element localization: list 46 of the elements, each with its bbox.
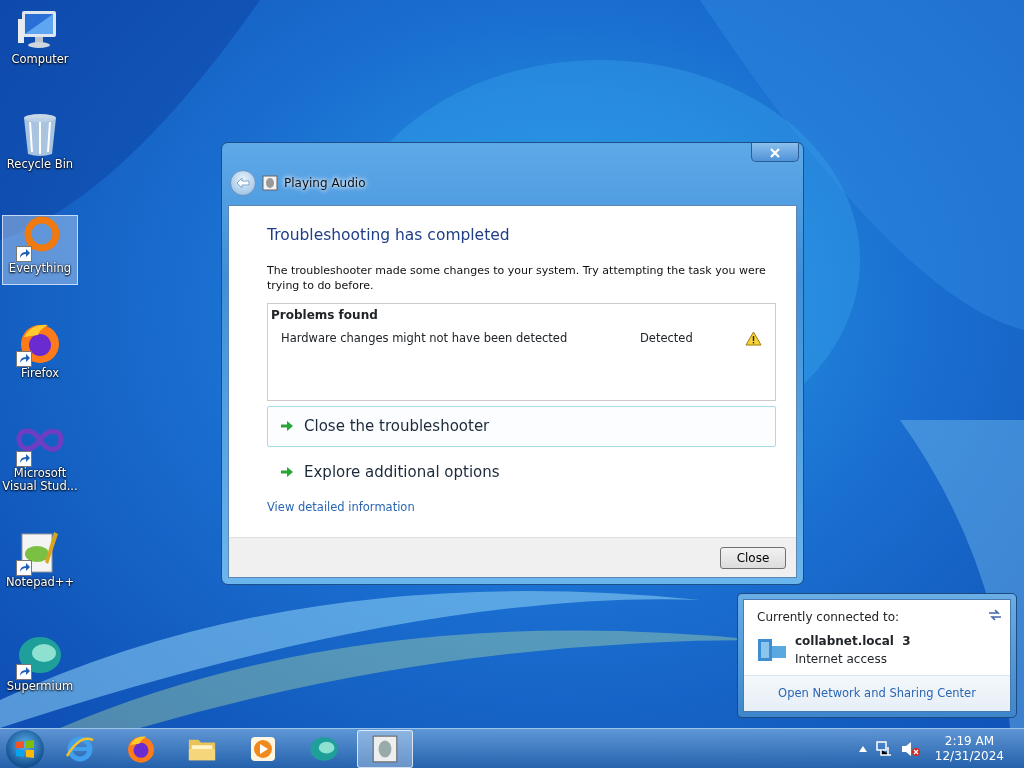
desktop-icon[interactable]: Computer — [2, 6, 78, 76]
icon-label: Firefox — [20, 366, 60, 380]
status-text: Detected — [640, 329, 694, 347]
troubleshooter-icon — [370, 733, 400, 764]
close-button[interactable]: Close — [720, 546, 786, 569]
window-title: Playing Audio — [284, 175, 366, 192]
arrow-icon — [280, 466, 294, 479]
desktop-icon[interactable]: Firefox — [2, 319, 78, 390]
icon-label: Notepad++ — [5, 575, 75, 589]
windows-logo — [15, 738, 35, 759]
desktop-icon[interactable]: Microsoft Visual Stud... — [2, 424, 78, 494]
icon-label: Supermium — [6, 680, 74, 693]
desktop-icon[interactable]: Notepad++ — [2, 528, 78, 599]
arrow-icon — [280, 420, 294, 433]
refresh-icon[interactable] — [988, 608, 1002, 622]
back-button[interactable] — [230, 170, 256, 196]
desktop-icon[interactable]: Recycle Bin — [2, 110, 78, 181]
details-link[interactable]: View detailed information — [267, 498, 415, 516]
network-name: collabnet.local 3 — [795, 633, 911, 650]
troubleshooter-icon — [262, 175, 278, 191]
option-link[interactable]: Close the troubleshooter — [267, 405, 776, 447]
taskbar-button[interactable] — [357, 729, 413, 768]
panel-heading: Problems found — [271, 306, 379, 324]
warning-icon — [745, 330, 762, 346]
description-text: The troubleshooter made some changes to your system. Try attempting the task you were trying to do before. — [267, 262, 767, 293]
close-icon — [770, 148, 780, 158]
network-icon — [757, 637, 789, 663]
show-hidden-icons-icon[interactable] — [858, 745, 867, 752]
close-button[interactable] — [751, 143, 799, 162]
sphere-icon — [17, 634, 63, 676]
clock-time: 2:19 AM — [943, 733, 996, 749]
clock-date: 12/31/2024 — [934, 748, 1004, 764]
icon-label: Computer — [11, 53, 69, 66]
dialog-heading: Troubleshooting has completed — [267, 226, 511, 245]
start-button[interactable] — [6, 729, 44, 768]
popup-heading: Currently connected to: — [757, 609, 900, 626]
problem-text: Hardware changes might not have been detected — [281, 329, 569, 347]
icon-label: Microsoft Visual Stud... — [2, 467, 78, 493]
network-icon[interactable] — [874, 740, 893, 757]
back-arrow-icon — [236, 177, 250, 189]
muted-speaker-icon[interactable] — [900, 740, 921, 757]
icon-label: Recycle Bin — [6, 157, 74, 171]
option-link[interactable]: Explore additional options — [267, 451, 776, 493]
access-text: Internet access — [795, 651, 888, 668]
icon-label: Everything — [8, 262, 72, 275]
infinity-icon — [16, 425, 64, 455]
